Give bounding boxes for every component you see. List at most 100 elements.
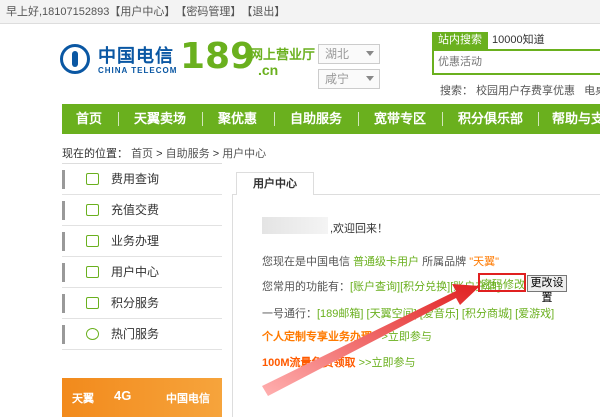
breadcrumb-prefix: 现在的位置： bbox=[62, 148, 128, 160]
user-icon bbox=[86, 266, 99, 278]
top-bar: 早上好,18107152893【用户中心】【密码管理】【退出】 bbox=[0, 0, 600, 24]
sidebar-item-business[interactable]: 业务办理 bbox=[62, 226, 222, 257]
province-select[interactable]: 湖北 bbox=[318, 44, 380, 64]
brand-label: 所属品牌 bbox=[422, 256, 467, 268]
banner-telecom: 中国电信 bbox=[166, 393, 210, 405]
logo-mark-icon bbox=[60, 44, 90, 74]
onepass-points-mall[interactable]: [积分商城] bbox=[462, 308, 512, 320]
sidebar-item-hot[interactable]: 热门服务 bbox=[62, 319, 222, 350]
nav-divider bbox=[118, 112, 119, 126]
onepass-games[interactable]: [爱游戏] bbox=[515, 308, 554, 320]
functions-line: 您常用的功能有：[账户查询][积分兑换][账户充值] bbox=[262, 278, 500, 294]
status-prefix: 您现在是中国电信 bbox=[262, 256, 350, 268]
onepass-tianyi-space[interactable]: [天翼空间] bbox=[367, 308, 417, 320]
functions-label: 您常用的功能有： bbox=[262, 281, 350, 293]
nav-home[interactable]: 首页 bbox=[76, 104, 102, 134]
sidebar-marker bbox=[62, 263, 65, 282]
breadcrumb-sep: > bbox=[156, 148, 163, 160]
breadcrumb-sep: > bbox=[212, 148, 220, 160]
card-icon bbox=[86, 297, 99, 309]
sidebar-marker bbox=[62, 201, 65, 220]
onepass-189mail[interactable]: [189邮箱] bbox=[317, 308, 363, 320]
sidebar-item-label: 用户中心 bbox=[111, 265, 160, 279]
brand-hall: 网上营业厅 bbox=[250, 47, 316, 62]
welcome-text: ,欢迎回来！ bbox=[330, 223, 389, 235]
onepass-line: 一号通行：[189邮箱] [天翼空间] [爱音乐] [积分商城] [爱游戏] bbox=[262, 305, 554, 321]
sidebar-item-label: 费用查询 bbox=[111, 172, 160, 186]
nav-self-service[interactable]: 自助服务 bbox=[290, 104, 342, 134]
sidebar-item-points[interactable]: 积分服务 bbox=[62, 288, 222, 319]
breadcrumb-user-center: 用户中心 bbox=[222, 148, 267, 160]
banner-4g: 4G bbox=[114, 388, 132, 403]
nav-divider bbox=[358, 112, 359, 126]
promo-custom-go[interactable]: >>立即参与 bbox=[375, 331, 432, 343]
user-center-link[interactable]: 【用户中心】 bbox=[109, 0, 175, 24]
sidebar-item-label: 积分服务 bbox=[111, 296, 160, 310]
sidebar-marker bbox=[62, 232, 65, 251]
billing-icon bbox=[86, 173, 99, 185]
sidebar-item-label: 热门服务 bbox=[111, 327, 160, 341]
onepass-music[interactable]: [爱音乐] bbox=[420, 308, 459, 320]
nav-points-club[interactable]: 积分俱乐部 bbox=[458, 104, 523, 134]
nav-divider bbox=[442, 112, 443, 126]
nav-help[interactable]: 帮助与支 bbox=[552, 104, 600, 134]
hot-item-1[interactable]: 校园用户存费享优惠 bbox=[476, 85, 575, 97]
sidebar-marker bbox=[62, 170, 65, 189]
onepass-label: 一号通行： bbox=[262, 308, 317, 320]
promo-data-title: 100M流量免费领取 bbox=[262, 357, 356, 369]
nav-divider bbox=[538, 112, 539, 126]
nav-deals[interactable]: 聚优惠 bbox=[218, 104, 257, 134]
sidebar: 费用查询 充值交费 业务办理 用户中心 积分服务 热门服务 bbox=[62, 163, 222, 363]
breadcrumb: 现在的位置： 首页 > 自助服务 > 用户中心 bbox=[62, 145, 266, 161]
breadcrumb-home[interactable]: 首页 bbox=[131, 148, 153, 160]
sidebar-item-label: 业务办理 bbox=[111, 234, 160, 248]
breadcrumb-self-service[interactable]: 自助服务 bbox=[166, 148, 210, 160]
promo-data-go[interactable]: >>立即参与 bbox=[359, 357, 416, 369]
content-border bbox=[232, 194, 233, 417]
brand-name: 中国电信 bbox=[98, 46, 174, 66]
hot-search: 搜索： 校园用户存费享优惠 电桌# bbox=[440, 82, 600, 98]
password-manage-link[interactable]: 【密码管理】 bbox=[175, 0, 241, 24]
brand-value: "天翼" bbox=[469, 256, 499, 268]
search-input[interactable] bbox=[432, 49, 600, 75]
nav-divider bbox=[274, 112, 275, 126]
city-value: 咸宁 bbox=[325, 72, 350, 86]
sidebar-item-billing[interactable]: 费用查询 bbox=[62, 164, 222, 195]
chevron-down-icon bbox=[366, 51, 374, 56]
change-settings-button[interactable]: 更改设置 bbox=[527, 275, 567, 304]
brand-suffix: .cn bbox=[258, 62, 279, 78]
promo-custom-title: 个人定制专享业务办理 bbox=[262, 331, 372, 343]
status-line: 您现在是中国电信 普通级卡用户 所属品牌 "天翼" bbox=[262, 253, 499, 269]
main-nav: 首页 天翼卖场 聚优惠 自助服务 宽带专区 积分俱乐部 帮助与支 bbox=[62, 104, 600, 134]
edit-icon bbox=[86, 235, 99, 247]
tab-site-search[interactable]: 站内搜索 bbox=[432, 32, 488, 49]
sidebar-item-recharge[interactable]: 充值交费 bbox=[62, 195, 222, 226]
sidebar-item-label: 充值交费 bbox=[111, 203, 160, 217]
promo-banner[interactable]: 天翼 4G 中国电信 bbox=[62, 378, 222, 417]
sidebar-item-user-center[interactable]: 用户中心 bbox=[62, 257, 222, 288]
promo-custom[interactable]: 个人定制专享业务办理 >>立即参与 bbox=[262, 328, 432, 344]
user-type: 普通级卡用户 bbox=[353, 256, 420, 268]
password-change-link[interactable]: 密码修改 bbox=[481, 276, 525, 292]
banner-tianyi: 天翼 bbox=[72, 393, 94, 405]
chevron-down-icon bbox=[366, 76, 374, 81]
function-account-query[interactable]: [账户查询] bbox=[350, 281, 400, 293]
tab-user-center[interactable]: 用户中心 bbox=[236, 172, 314, 195]
sidebar-marker bbox=[62, 294, 65, 313]
greeting-text: 早上好,18107152893 bbox=[6, 6, 110, 18]
province-value: 湖北 bbox=[325, 47, 350, 61]
hot-label: 搜索： bbox=[440, 85, 473, 97]
recharge-icon bbox=[86, 204, 99, 216]
nav-tianyi-mall[interactable]: 天翼卖场 bbox=[134, 104, 186, 134]
check-icon bbox=[86, 328, 99, 340]
tab-10000-know[interactable]: 10000知道 bbox=[492, 32, 545, 49]
city-select[interactable]: 咸宁 bbox=[318, 69, 380, 89]
logout-link[interactable]: 【退出】 bbox=[241, 0, 285, 24]
nav-divider bbox=[202, 112, 203, 126]
sidebar-marker bbox=[62, 325, 65, 344]
promo-data[interactable]: 100M流量免费领取 >>立即参与 bbox=[262, 354, 415, 370]
brand-189: 189 bbox=[180, 36, 256, 77]
nav-broadband[interactable]: 宽带专区 bbox=[374, 104, 426, 134]
hot-item-2[interactable]: 电桌# bbox=[584, 85, 600, 97]
function-points-exchange[interactable]: [积分兑换] bbox=[400, 281, 450, 293]
